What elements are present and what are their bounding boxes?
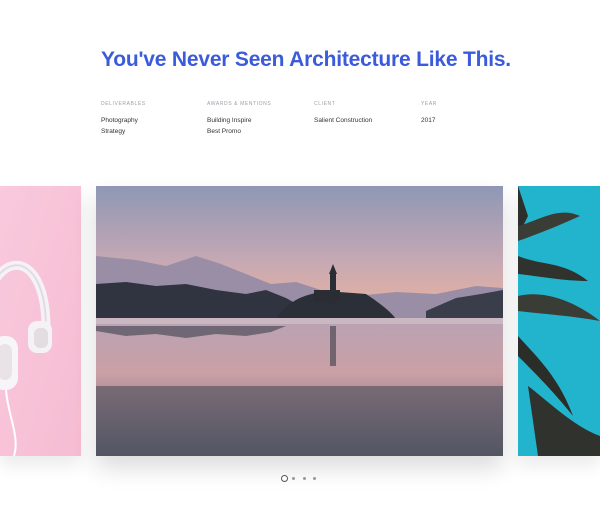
pink-headphones-image — [0, 186, 81, 456]
pagination-dot-4[interactable] — [313, 477, 316, 480]
meta-label: AWARDS & MENTIONS — [207, 101, 272, 107]
meta-value: Best Promo — [207, 128, 241, 135]
slide-palm[interactable] — [518, 186, 600, 456]
meta-year: YEAR 2017 — [421, 101, 437, 126]
meta-value: Photography — [101, 117, 138, 124]
pagination-dot-1[interactable] — [281, 475, 288, 482]
meta-value: Building Inspire — [207, 117, 252, 124]
meta-deliverables: DELIVERABLES Photography Strategy — [101, 101, 146, 137]
slide-lake[interactable] — [96, 186, 503, 456]
lake-church-image — [96, 186, 503, 456]
meta-value: 2017 — [421, 117, 436, 124]
pagination-dot-2[interactable] — [292, 477, 295, 480]
meta-awards: AWARDS & MENTIONS Building Inspire Best … — [207, 101, 271, 137]
meta-value: Strategy — [101, 128, 126, 135]
meta-label: YEAR — [421, 101, 438, 107]
meta-label: DELIVERABLES — [101, 101, 146, 107]
slide-headphones[interactable] — [0, 186, 81, 456]
meta-label: CLIENT — [314, 101, 336, 107]
pagination-dot-3[interactable] — [303, 477, 306, 480]
page-title: You've Never Seen Architecture Like This… — [101, 48, 511, 71]
palm-tree-image — [518, 186, 600, 456]
meta-value: Salient Construction — [314, 117, 373, 124]
meta-client: CLIENT Salient Construction — [314, 101, 372, 126]
